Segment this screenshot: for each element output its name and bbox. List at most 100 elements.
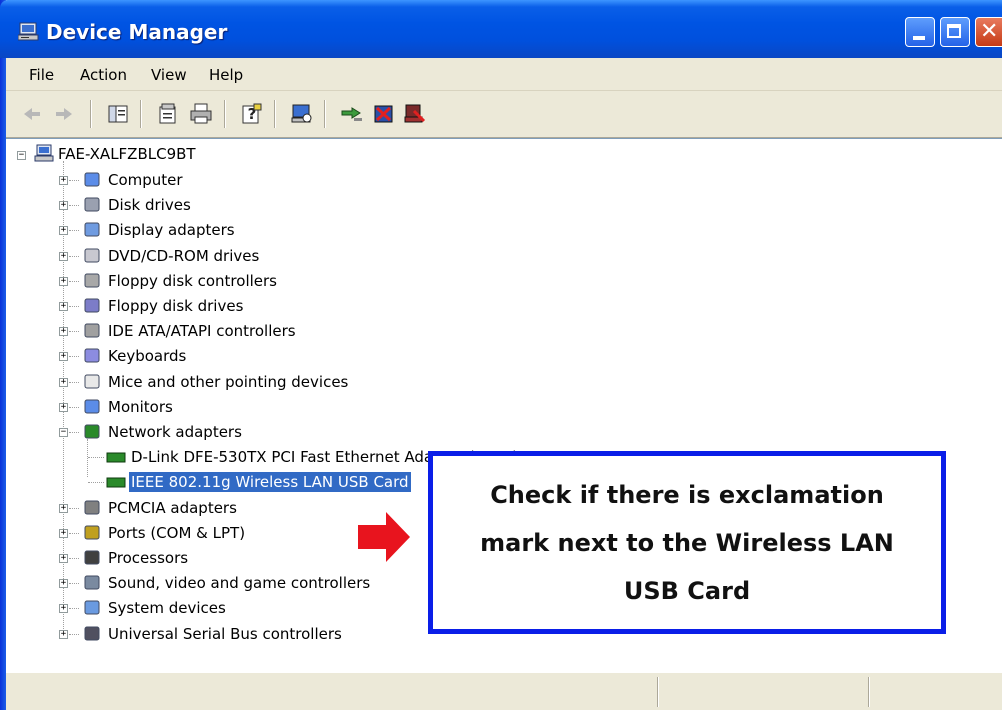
tree-connector <box>69 306 79 307</box>
monitor-icon <box>84 399 100 414</box>
tree-connector <box>69 407 79 408</box>
dvd-drive-icon <box>84 248 100 263</box>
print-icon[interactable] <box>189 102 213 126</box>
category-label[interactable]: Display adapters <box>106 220 237 240</box>
toolbar: ? <box>6 91 1002 138</box>
sound-icon <box>84 575 100 590</box>
category-label[interactable]: Network adapters <box>106 422 244 442</box>
category-expander[interactable]: + <box>59 176 68 185</box>
tree-connector <box>69 608 79 609</box>
category-label[interactable]: System devices <box>106 598 228 618</box>
category-expander[interactable]: + <box>59 554 68 563</box>
computer-root-icon <box>34 144 54 162</box>
status-bar <box>6 672 1002 710</box>
category-label[interactable]: Monitors <box>106 397 175 417</box>
category-expander[interactable]: + <box>59 327 68 336</box>
pcmcia-icon <box>84 500 100 515</box>
uninstall-device-icon[interactable] <box>402 102 426 126</box>
category-label[interactable]: Disk drives <box>106 195 193 215</box>
scan-hardware-icon[interactable] <box>290 102 314 126</box>
toolbar-separator <box>140 100 142 128</box>
category-label[interactable]: DVD/CD-ROM drives <box>106 246 261 266</box>
close-button[interactable]: ✕ <box>975 17 1002 47</box>
category-label[interactable]: Processors <box>106 548 190 568</box>
menu-file[interactable]: File <box>29 66 54 84</box>
tree-connector <box>69 230 79 231</box>
tree-connector <box>69 508 79 509</box>
menu-help[interactable]: Help <box>209 66 243 84</box>
category-expander[interactable]: + <box>59 604 68 613</box>
category-expander[interactable]: + <box>59 504 68 513</box>
tree-connector <box>88 457 104 458</box>
tree-connector <box>87 439 88 477</box>
network-card-icon <box>106 477 126 488</box>
category-label[interactable]: Mice and other pointing devices <box>106 372 350 392</box>
tree-connector <box>69 256 79 257</box>
toolbar-separator <box>274 100 276 128</box>
callout-text: Check if there is exclamation mark next … <box>480 480 894 605</box>
disk-drive-icon <box>84 197 100 212</box>
toolbar-separator <box>90 100 92 128</box>
menu-view[interactable]: View <box>151 66 187 84</box>
category-label[interactable]: Universal Serial Bus controllers <box>106 624 344 644</box>
tree-connector <box>69 180 79 181</box>
disable-device-icon[interactable] <box>372 102 396 126</box>
processor-icon <box>84 550 100 565</box>
tree-connector <box>69 331 79 332</box>
console-tree-icon[interactable] <box>106 102 130 126</box>
menu-action[interactable]: Action <box>80 66 127 84</box>
forward-icon[interactable] <box>52 102 76 126</box>
category-expander[interactable]: + <box>59 252 68 261</box>
update-driver-icon[interactable] <box>340 102 364 126</box>
category-label[interactable]: Computer <box>106 170 185 190</box>
tree-connector <box>69 382 79 383</box>
category-expander[interactable]: + <box>59 302 68 311</box>
minimize-button[interactable] <box>905 17 935 47</box>
instruction-callout: Check if there is exclamation mark next … <box>428 451 946 634</box>
title-bar[interactable]: Device Manager ✕ <box>0 0 1002 58</box>
floppy-drive-icon <box>84 298 100 313</box>
help-icon[interactable]: ? <box>240 102 264 126</box>
usb-icon <box>84 626 100 641</box>
ide-controller-icon <box>84 323 100 338</box>
properties-icon[interactable] <box>156 102 180 126</box>
toolbar-separator <box>324 100 326 128</box>
category-expander[interactable]: + <box>59 630 68 639</box>
port-icon <box>84 525 100 540</box>
category-expander[interactable]: + <box>59 403 68 412</box>
category-expander[interactable]: + <box>59 352 68 361</box>
category-label[interactable]: IDE ATA/ATAPI controllers <box>106 321 298 341</box>
category-expander[interactable]: + <box>59 201 68 210</box>
category-expander[interactable]: + <box>59 579 68 588</box>
tree-connector <box>69 432 79 433</box>
tree-connector <box>88 482 104 483</box>
category-label[interactable]: Keyboards <box>106 346 188 366</box>
category-label[interactable]: Floppy disk drives <box>106 296 245 316</box>
category-expander[interactable]: − <box>59 428 68 437</box>
category-label[interactable]: Ports (COM & LPT) <box>106 523 247 543</box>
window-title: Device Manager <box>46 20 228 44</box>
back-icon[interactable] <box>20 102 44 126</box>
category-label[interactable]: Sound, video and game controllers <box>106 573 372 593</box>
category-expander[interactable]: + <box>59 277 68 286</box>
tree-connector <box>69 533 79 534</box>
category-expander[interactable]: + <box>59 529 68 538</box>
status-separator <box>868 677 870 707</box>
category-expander[interactable]: + <box>59 378 68 387</box>
device-manager-icon <box>18 22 39 41</box>
tree-root-label[interactable]: FAE-XALFZBLC9BT <box>56 144 198 164</box>
menu-bar: File Action View Help <box>6 58 1002 91</box>
category-label[interactable]: Floppy disk controllers <box>106 271 279 291</box>
category-label[interactable]: PCMCIA adapters <box>106 498 239 518</box>
network-adapter-icon <box>84 424 100 439</box>
root-expander[interactable]: − <box>17 151 26 160</box>
device-label[interactable]: IEEE 802.11g Wireless LAN USB Card <box>129 472 411 492</box>
status-separator <box>657 677 659 707</box>
keyboard-icon <box>84 348 100 363</box>
network-card-icon <box>106 452 126 463</box>
computer-icon <box>84 172 100 187</box>
close-icon: ✕ <box>980 19 999 44</box>
maximize-button[interactable] <box>940 17 970 47</box>
minimize-icon <box>913 36 925 40</box>
category-expander[interactable]: + <box>59 226 68 235</box>
